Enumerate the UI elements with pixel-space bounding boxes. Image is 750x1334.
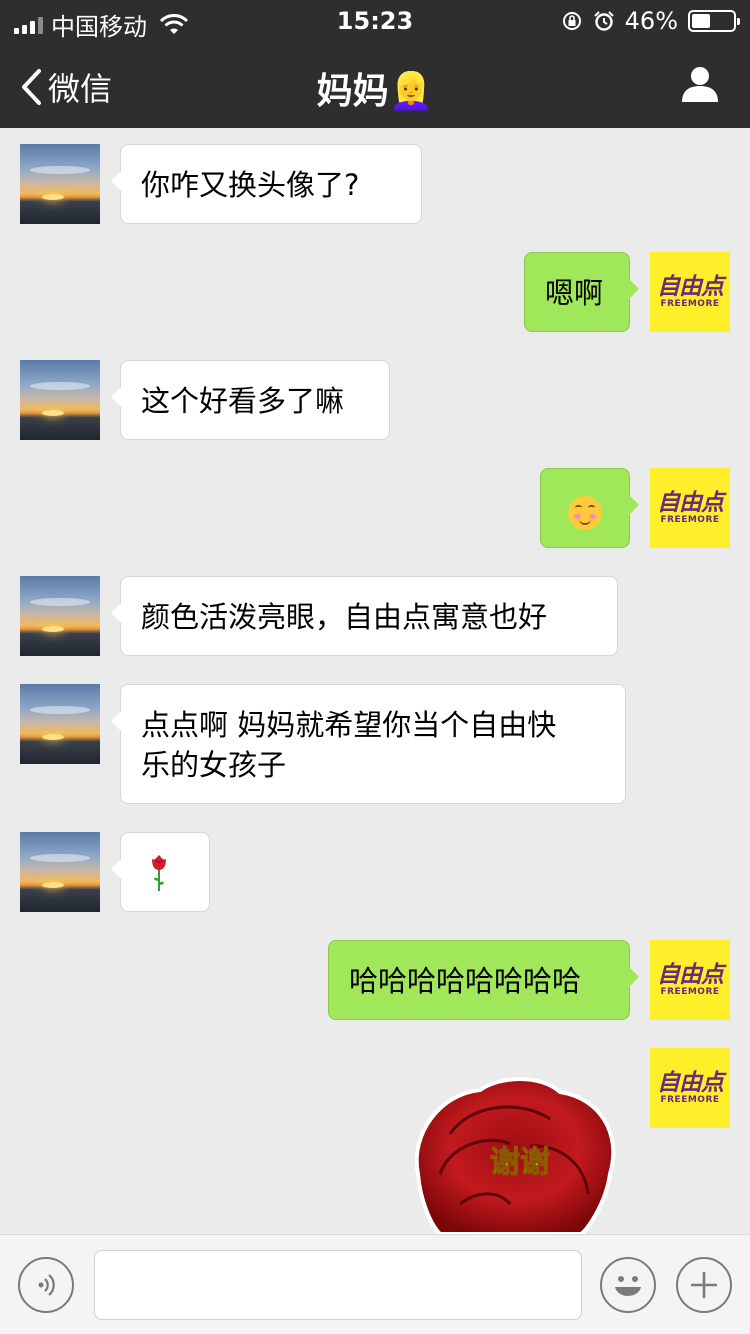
- plus-icon: [691, 1272, 717, 1298]
- avatar[interactable]: [20, 576, 100, 656]
- logo-subtext: FREEMORE: [660, 987, 720, 997]
- message-bubble[interactable]: [111, 832, 210, 912]
- blonde-woman-emoji: 👱‍♀️: [388, 71, 434, 112]
- status-bar: 中国移动 15:23 46%: [0, 0, 750, 41]
- contact-name: 妈妈: [316, 71, 389, 112]
- status-right: 46%: [561, 7, 740, 35]
- voice-button[interactable]: [18, 1257, 74, 1313]
- input-bar: [0, 1234, 750, 1334]
- avatar[interactable]: 自由点 FREEMORE: [650, 252, 730, 332]
- chat-area[interactable]: 你咋又换头像了? 嗯啊 自由点 FREEMORE 这个好看多了嘛 自由点 FRE…: [0, 128, 750, 1234]
- logo-text: 自由点: [657, 961, 724, 988]
- contact-info-icon[interactable]: [680, 64, 720, 104]
- sticker-text: 谢谢: [490, 1145, 550, 1180]
- avatar[interactable]: [20, 832, 100, 912]
- message-bubble[interactable]: 嗯啊: [524, 252, 639, 332]
- logo-subtext: FREEMORE: [660, 515, 720, 525]
- message-line: 乐的女孩子: [141, 748, 287, 782]
- battery-percent: 46%: [624, 7, 678, 35]
- logo-text: 自由点: [657, 489, 724, 516]
- logo-text: 自由点: [657, 273, 724, 300]
- avatar[interactable]: 自由点 FREEMORE: [650, 940, 730, 1020]
- blushing-smile-emoji: [568, 496, 602, 530]
- avatar[interactable]: [20, 360, 100, 440]
- avatar[interactable]: 自由点 FREEMORE: [650, 1048, 730, 1128]
- plus-button[interactable]: [676, 1257, 732, 1313]
- message-bubble[interactable]: 这个好看多了嘛: [111, 360, 390, 440]
- message-line: 点点啊 妈妈就希望你当个自由快: [141, 708, 557, 742]
- message-input[interactable]: [94, 1250, 582, 1320]
- avatar[interactable]: [20, 144, 100, 224]
- message-bubble[interactable]: 点点啊 妈妈就希望你当个自由快 乐的女孩子: [111, 684, 626, 804]
- voice-icon: [38, 1274, 55, 1296]
- logo-text: 自由点: [657, 1069, 724, 1096]
- rotation-lock-icon: [562, 12, 581, 30]
- battery-icon: [688, 10, 740, 32]
- avatar[interactable]: 自由点 FREEMORE: [650, 468, 730, 548]
- nav-bar: 微信 妈妈👱‍♀️: [0, 40, 750, 128]
- page-title: 妈妈👱‍♀️: [0, 62, 750, 114]
- message-bubble[interactable]: 你咋又换头像了?: [111, 144, 422, 224]
- smiley-icon: [615, 1276, 641, 1296]
- message-bubble[interactable]: [540, 468, 639, 548]
- logo-subtext: FREEMORE: [660, 1095, 720, 1105]
- rose-sticker[interactable]: 谢谢: [410, 1074, 620, 1234]
- alarm-icon: [593, 11, 614, 31]
- logo-subtext: FREEMORE: [660, 299, 720, 309]
- emoji-button[interactable]: [600, 1257, 656, 1313]
- avatar[interactable]: [20, 684, 100, 764]
- message-bubble[interactable]: 哈哈哈哈哈哈哈哈: [328, 940, 639, 1020]
- rose-emoji: [152, 855, 166, 891]
- message-bubble[interactable]: 颜色活泼亮眼，自由点寓意也好: [111, 576, 618, 656]
